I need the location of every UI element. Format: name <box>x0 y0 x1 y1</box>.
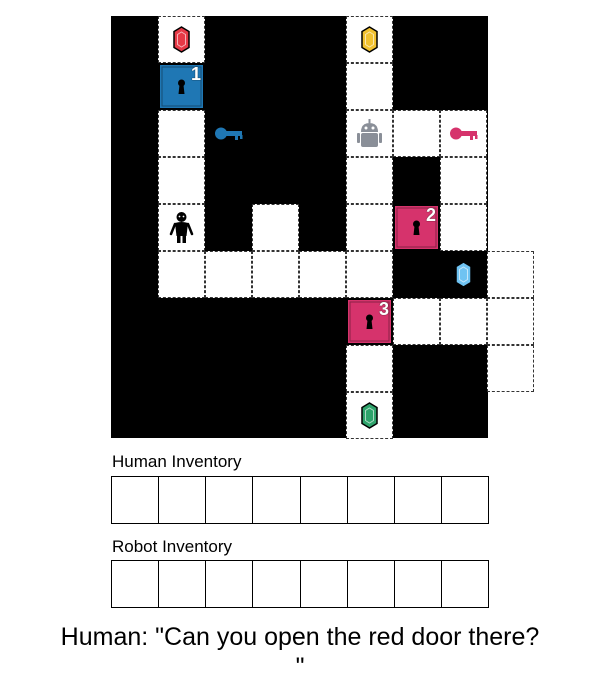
door-number: 3 <box>378 299 389 319</box>
pink-key-icon <box>440 110 487 157</box>
inventory-slot <box>348 477 395 523</box>
human-inventory <box>111 476 489 524</box>
robot-inventory-label: Robot Inventory <box>112 537 233 556</box>
robot-inventory <box>111 560 489 608</box>
inventory-slot <box>348 561 395 607</box>
inventory-slot <box>159 561 207 607</box>
floor-cell <box>299 251 346 298</box>
inventory-slot <box>112 561 160 607</box>
floor-cell <box>252 251 299 298</box>
inventory-slot <box>253 561 301 607</box>
green-gem-icon <box>346 392 393 439</box>
inventory-slot <box>112 477 160 523</box>
floor-cell <box>158 110 205 157</box>
inventory-slot <box>442 561 488 607</box>
pink-door-icon: 3 <box>346 298 393 345</box>
blue-door-icon: 1 <box>158 63 205 110</box>
floor-cell <box>487 251 534 298</box>
blue-gem-icon <box>440 251 487 298</box>
pink-door-icon: 2 <box>393 204 440 251</box>
yellow-gem-icon <box>346 16 393 63</box>
floor-cell <box>205 251 252 298</box>
floor-cell <box>440 157 487 204</box>
human-speech: Human: "Can you open the red door there?… <box>60 623 540 681</box>
floor-cell <box>487 345 534 392</box>
robot-icon <box>346 110 393 157</box>
red-gem-icon <box>158 16 205 63</box>
human-inventory-label: Human Inventory <box>112 452 242 471</box>
blue-key-icon <box>205 110 252 157</box>
floor-cell <box>158 251 205 298</box>
inventory-slot <box>159 477 207 523</box>
inventory-slot <box>206 477 254 523</box>
floor-cell <box>440 204 487 251</box>
floor-cell <box>440 298 487 345</box>
floor-cell <box>393 298 440 345</box>
floor-cell <box>346 157 393 204</box>
floor-cell <box>487 298 534 345</box>
door-number: 2 <box>425 205 436 225</box>
door-number: 1 <box>190 64 201 84</box>
game-grid: 1 2 3 <box>111 16 534 439</box>
inventory-slot <box>206 561 254 607</box>
inventory-slot <box>395 477 442 523</box>
inventory-slot <box>253 477 301 523</box>
floor-cell <box>346 251 393 298</box>
inventory-slot <box>301 477 348 523</box>
floor-cell <box>346 345 393 392</box>
inventory-slot <box>301 561 348 607</box>
floor-cell <box>393 110 440 157</box>
floor-cell <box>158 157 205 204</box>
floor-cell <box>346 204 393 251</box>
floor-cell <box>252 204 299 251</box>
inventory-slot <box>442 477 488 523</box>
human-icon <box>158 204 205 251</box>
inventory-slot <box>395 561 442 607</box>
floor-cell <box>346 63 393 110</box>
